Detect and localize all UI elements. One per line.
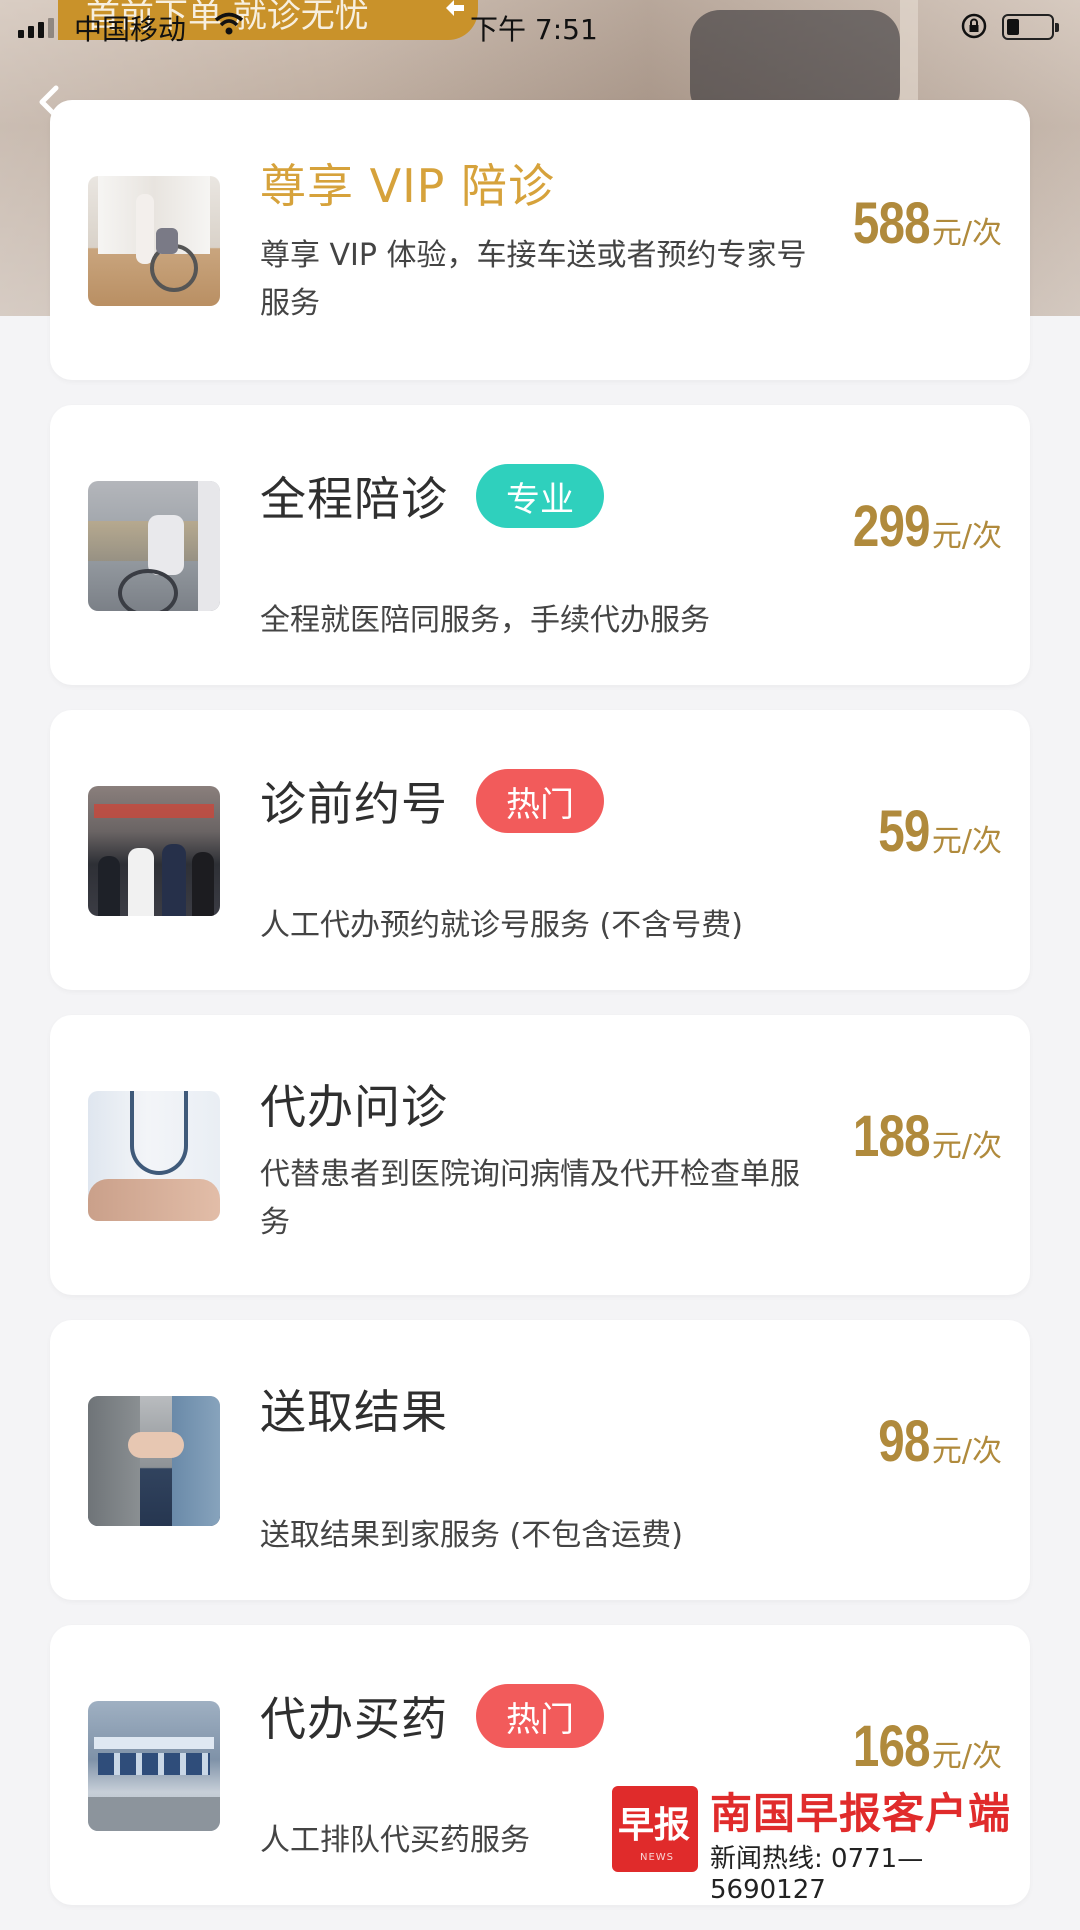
status-time: 下午 7:51 xyxy=(470,13,598,46)
tag-hot: 热门 xyxy=(476,769,604,833)
news-hotline: 新闻热线: 0771— 5690127 xyxy=(710,1844,924,1905)
vip-escort-photo xyxy=(88,176,220,306)
service-price: 188 元/次 xyxy=(836,1103,1002,1170)
news-logo-sub: NEWS xyxy=(640,1852,675,1863)
service-card-consultation[interactable]: 代办问诊 代替患者到医院询问病情及代开检查单服务 188 元/次 xyxy=(50,1015,1030,1295)
service-title: 尊享 VIP 陪诊 xyxy=(260,159,556,213)
handshake-photo xyxy=(88,1396,220,1526)
service-price: 98 元/次 xyxy=(867,1408,1002,1475)
price-amount: 588 xyxy=(852,191,931,256)
news-outlet-name: 南国早报客户端 xyxy=(710,1789,1012,1838)
news-logo: 早报 NEWS xyxy=(612,1786,698,1872)
service-title: 代办买药 xyxy=(260,1692,448,1746)
service-card-result-delivery[interactable]: 送取结果 送取结果到家服务 (不包含运费) 98 元/次 xyxy=(50,1320,1030,1600)
service-title: 代办问诊 xyxy=(260,1080,448,1134)
service-card-appointment[interactable]: 诊前约号 热门 人工代办预约就诊号服务 (不含号费) 59 元/次 xyxy=(50,710,1030,990)
price-unit: 元/次 xyxy=(931,1434,1002,1469)
service-price: 59 元/次 xyxy=(867,798,1002,865)
carrier-name: 中国移动 xyxy=(74,13,187,46)
service-title: 全程陪诊 xyxy=(260,472,448,526)
price-unit: 元/次 xyxy=(931,216,1002,251)
service-description: 送取结果到家服务 (不包含运费) xyxy=(260,1518,683,1553)
price-unit: 元/次 xyxy=(931,1129,1002,1164)
battery-icon xyxy=(1002,14,1059,40)
service-description: 尊享 VIP 体验，车接车送或者预约专家号服务 xyxy=(260,238,807,321)
full-escort-photo xyxy=(88,481,220,611)
tag-professional: 专业 xyxy=(476,464,604,528)
rotation-lock-icon xyxy=(961,13,987,39)
price-unit: 元/次 xyxy=(931,824,1002,859)
service-card-vip[interactable]: 尊享 VIP 陪诊 尊享 VIP 体验，车接车送或者预约专家号服务 588 元/… xyxy=(50,100,1030,380)
service-title: 送取结果 xyxy=(260,1385,448,1439)
price-unit: 元/次 xyxy=(931,1739,1002,1774)
price-unit: 元/次 xyxy=(931,519,1002,554)
price-amount: 98 xyxy=(878,1409,931,1474)
pharmacy-counter-photo xyxy=(88,1701,220,1831)
status-bar: 中国移动 下午 7:51 xyxy=(0,0,1080,56)
price-amount: 59 xyxy=(878,799,931,864)
service-card-full-escort[interactable]: 全程陪诊 专业 全程就医陪同服务，手续代办服务 299 元/次 xyxy=(50,405,1030,685)
service-price: 168 元/次 xyxy=(836,1713,1002,1780)
price-amount: 299 xyxy=(852,494,931,559)
hospital-hall-photo xyxy=(88,786,220,916)
service-description: 代替患者到医院询问病情及代开检查单服务 xyxy=(260,1157,800,1240)
service-title: 诊前约号 xyxy=(260,777,448,831)
service-list: 尊享 VIP 陪诊 尊享 VIP 体验，车接车送或者预约专家号服务 588 元/… xyxy=(50,100,1030,1930)
service-price: 588 元/次 xyxy=(836,190,1002,257)
wifi-icon xyxy=(214,12,244,35)
news-logo-text: 早报 xyxy=(618,1805,691,1846)
service-description: 人工代办预约就诊号服务 (不含号费) xyxy=(260,908,743,943)
news-watermark: 早报 NEWS 南国早报客户端 新闻热线: 0771— 5690127 xyxy=(612,1786,1042,1905)
doctor-photo xyxy=(88,1091,220,1221)
price-amount: 188 xyxy=(852,1104,931,1169)
tag-hot: 热门 xyxy=(476,1684,604,1748)
service-description: 全程就医陪同服务，手续代办服务 xyxy=(260,603,710,638)
price-amount: 168 xyxy=(852,1714,931,1779)
cellular-signal-icon xyxy=(18,18,54,38)
service-price: 299 元/次 xyxy=(836,493,1002,560)
